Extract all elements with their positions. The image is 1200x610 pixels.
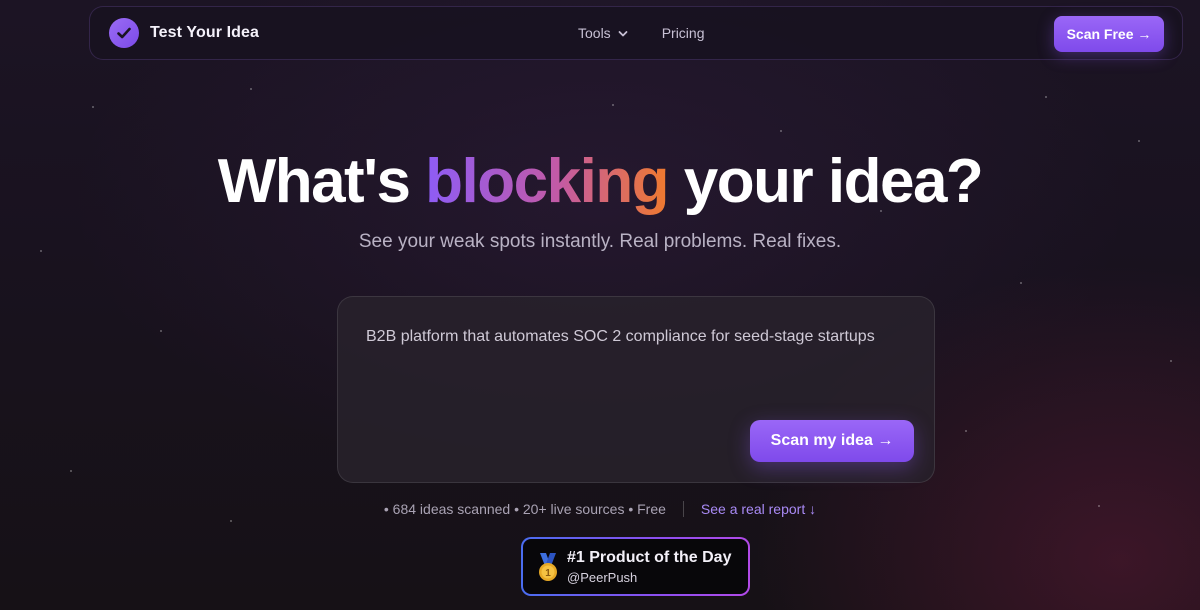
badge-title: #1 Product of the Day: [567, 549, 732, 566]
nav-tools-label: Tools: [578, 25, 611, 41]
check-badge-icon: [109, 18, 139, 48]
hero-title: What's blocking your idea?: [0, 146, 1200, 218]
nav-pricing-link[interactable]: Pricing: [662, 25, 705, 41]
idea-input[interactable]: B2B platform that automates SOC 2 compli…: [366, 325, 914, 405]
badge-inner: 1 #1 Product of the Day @PeerPush: [523, 539, 748, 594]
hero-title-prefix: What's: [217, 147, 426, 216]
nav-links: Tools Pricing: [578, 25, 704, 41]
chevron-down-icon: [618, 25, 628, 41]
hero-subtitle: See your weak spots instantly. Real prob…: [358, 231, 842, 252]
scan-free-button[interactable]: Scan Free →: [1054, 16, 1164, 52]
idea-input-card: B2B platform that automates SOC 2 compli…: [337, 296, 935, 483]
hero-title-suffix: your idea?: [668, 147, 984, 216]
svg-text:1: 1: [545, 568, 551, 579]
stats-divider: [682, 501, 684, 517]
product-of-day-badge[interactable]: 1 #1 Product of the Day @PeerPush: [521, 537, 750, 596]
nav-tools-dropdown[interactable]: Tools: [578, 25, 628, 41]
medal-icon: 1: [536, 553, 560, 588]
stats-text: • 684 ideas scanned • 20+ live sources •…: [383, 501, 666, 517]
hero-title-accent: blocking: [425, 147, 669, 216]
top-navbar: Test Your Idea Tools Pricing Scan Free →: [89, 6, 1183, 60]
see-real-report-link[interactable]: See a real report ↓: [701, 501, 816, 517]
brand-name: Test Your Idea: [150, 24, 259, 41]
stats-row: • 684 ideas scanned • 20+ live sources •…: [0, 501, 1200, 517]
nav-pricing-label: Pricing: [661, 25, 705, 41]
brand[interactable]: Test Your Idea: [109, 18, 259, 48]
badge-handle: @PeerPush: [567, 570, 638, 585]
scan-my-idea-button[interactable]: Scan my idea →: [750, 420, 914, 462]
